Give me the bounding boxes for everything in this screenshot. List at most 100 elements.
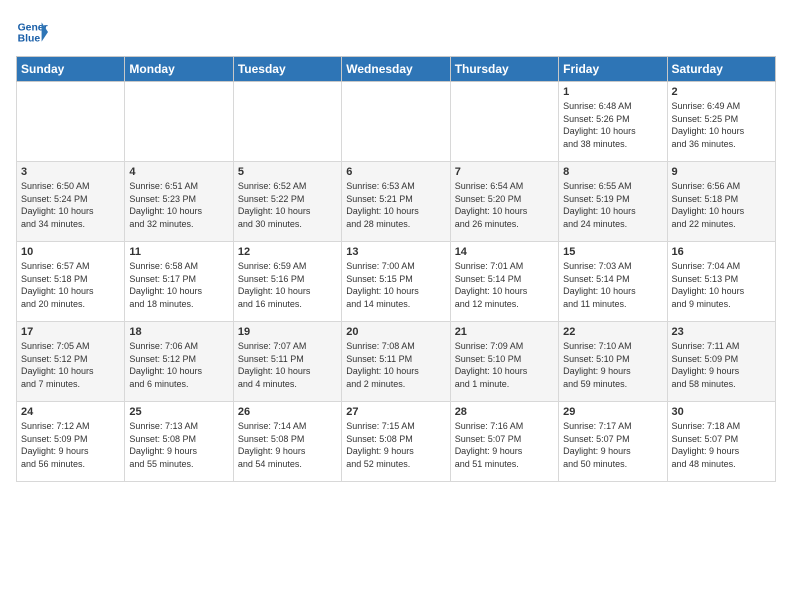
calendar-cell: 3 Sunrise: 6:50 AM Sunset: 5:24 PM Daylig… (17, 162, 125, 242)
day-number: 8 (563, 166, 662, 178)
day-info: Sunrise: 6:53 AM Sunset: 5:21 PM Dayligh… (346, 180, 445, 230)
calendar-cell: 9 Sunrise: 6:56 AM Sunset: 5:18 PM Daylig… (667, 162, 775, 242)
calendar-cell: 24 Sunrise: 7:12 AM Sunset: 5:09 PM Dayli… (17, 402, 125, 482)
day-info: Sunrise: 6:57 AM Sunset: 5:18 PM Dayligh… (21, 260, 120, 310)
svg-text:Blue: Blue (18, 34, 41, 45)
calendar-cell: 16 Sunrise: 7:04 AM Sunset: 5:13 PM Dayli… (667, 242, 775, 322)
day-info: Sunrise: 7:11 AM Sunset: 5:09 PM Dayligh… (672, 340, 771, 390)
day-info: Sunrise: 7:08 AM Sunset: 5:11 PM Dayligh… (346, 340, 445, 390)
day-info: Sunrise: 6:59 AM Sunset: 5:16 PM Dayligh… (238, 260, 337, 310)
day-number: 16 (672, 246, 771, 258)
day-number: 25 (129, 406, 228, 418)
day-info: Sunrise: 7:13 AM Sunset: 5:08 PM Dayligh… (129, 420, 228, 470)
calendar-cell: 17 Sunrise: 7:05 AM Sunset: 5:12 PM Dayli… (17, 322, 125, 402)
calendar-cell: 18 Sunrise: 7:06 AM Sunset: 5:12 PM Dayli… (125, 322, 233, 402)
logo-icon: General Blue (16, 16, 48, 48)
calendar-cell (17, 82, 125, 162)
calendar-cell: 2 Sunrise: 6:49 AM Sunset: 5:25 PM Daylig… (667, 82, 775, 162)
calendar-cell: 22 Sunrise: 7:10 AM Sunset: 5:10 PM Dayli… (559, 322, 667, 402)
day-number: 28 (455, 406, 554, 418)
day-number: 19 (238, 326, 337, 338)
day-info: Sunrise: 7:18 AM Sunset: 5:07 PM Dayligh… (672, 420, 771, 470)
calendar-cell: 8 Sunrise: 6:55 AM Sunset: 5:19 PM Daylig… (559, 162, 667, 242)
day-info: Sunrise: 6:50 AM Sunset: 5:24 PM Dayligh… (21, 180, 120, 230)
day-info: Sunrise: 7:05 AM Sunset: 5:12 PM Dayligh… (21, 340, 120, 390)
day-info: Sunrise: 7:10 AM Sunset: 5:10 PM Dayligh… (563, 340, 662, 390)
day-number: 3 (21, 166, 120, 178)
calendar-cell: 29 Sunrise: 7:17 AM Sunset: 5:07 PM Dayli… (559, 402, 667, 482)
calendar-cell: 28 Sunrise: 7:16 AM Sunset: 5:07 PM Dayli… (450, 402, 558, 482)
day-number: 17 (21, 326, 120, 338)
day-info: Sunrise: 7:04 AM Sunset: 5:13 PM Dayligh… (672, 260, 771, 310)
day-number: 2 (672, 86, 771, 98)
day-info: Sunrise: 6:49 AM Sunset: 5:25 PM Dayligh… (672, 100, 771, 150)
day-number: 18 (129, 326, 228, 338)
col-header-saturday: Saturday (667, 57, 775, 82)
day-number: 6 (346, 166, 445, 178)
col-header-thursday: Thursday (450, 57, 558, 82)
calendar-cell: 10 Sunrise: 6:57 AM Sunset: 5:18 PM Dayli… (17, 242, 125, 322)
calendar-cell: 25 Sunrise: 7:13 AM Sunset: 5:08 PM Dayli… (125, 402, 233, 482)
calendar-cell: 19 Sunrise: 7:07 AM Sunset: 5:11 PM Dayli… (233, 322, 341, 402)
day-info: Sunrise: 7:12 AM Sunset: 5:09 PM Dayligh… (21, 420, 120, 470)
calendar-cell (450, 82, 558, 162)
week-row-5: 24 Sunrise: 7:12 AM Sunset: 5:09 PM Dayli… (17, 402, 776, 482)
day-info: Sunrise: 7:17 AM Sunset: 5:07 PM Dayligh… (563, 420, 662, 470)
week-row-2: 3 Sunrise: 6:50 AM Sunset: 5:24 PM Daylig… (17, 162, 776, 242)
calendar-cell: 12Sunrise: 6:59 AM Sunset: 5:16 PM Dayli… (233, 242, 341, 322)
col-header-sunday: Sunday (17, 57, 125, 82)
calendar-cell (125, 82, 233, 162)
week-row-3: 10 Sunrise: 6:57 AM Sunset: 5:18 PM Dayli… (17, 242, 776, 322)
day-info: Sunrise: 7:14 AM Sunset: 5:08 PM Dayligh… (238, 420, 337, 470)
day-number: 22 (563, 326, 662, 338)
day-number: 27 (346, 406, 445, 418)
calendar-cell: 7 Sunrise: 6:54 AM Sunset: 5:20 PM Daylig… (450, 162, 558, 242)
logo: General Blue (16, 16, 48, 48)
day-number: 30 (672, 406, 771, 418)
col-header-friday: Friday (559, 57, 667, 82)
calendar-cell (342, 82, 450, 162)
calendar-cell: 1 Sunrise: 6:48 AM Sunset: 5:26 PM Daylig… (559, 82, 667, 162)
calendar-cell: 11Sunrise: 6:58 AM Sunset: 5:17 PM Dayli… (125, 242, 233, 322)
calendar: SundayMondayTuesdayWednesdayThursdayFrid… (16, 56, 776, 482)
day-number: 21 (455, 326, 554, 338)
day-number: 7 (455, 166, 554, 178)
day-info: Sunrise: 6:48 AM Sunset: 5:26 PM Dayligh… (563, 100, 662, 150)
day-info: Sunrise: 6:52 AM Sunset: 5:22 PM Dayligh… (238, 180, 337, 230)
day-number: 20 (346, 326, 445, 338)
day-info: Sunrise: 7:07 AM Sunset: 5:11 PM Dayligh… (238, 340, 337, 390)
day-info: Sunrise: 6:55 AM Sunset: 5:19 PM Dayligh… (563, 180, 662, 230)
day-number: 13 (346, 246, 445, 258)
day-info: Sunrise: 7:03 AM Sunset: 5:14 PM Dayligh… (563, 260, 662, 310)
day-info: Sunrise: 6:54 AM Sunset: 5:20 PM Dayligh… (455, 180, 554, 230)
calendar-cell: 20 Sunrise: 7:08 AM Sunset: 5:11 PM Dayli… (342, 322, 450, 402)
day-info: Sunrise: 7:06 AM Sunset: 5:12 PM Dayligh… (129, 340, 228, 390)
day-number: 23 (672, 326, 771, 338)
day-number: 14 (455, 246, 554, 258)
col-header-monday: Monday (125, 57, 233, 82)
calendar-cell: 6 Sunrise: 6:53 AM Sunset: 5:21 PM Daylig… (342, 162, 450, 242)
calendar-cell: 15 Sunrise: 7:03 AM Sunset: 5:14 PM Dayli… (559, 242, 667, 322)
calendar-cell: 27Sunrise: 7:15 AM Sunset: 5:08 PM Dayli… (342, 402, 450, 482)
day-info: Sunrise: 6:56 AM Sunset: 5:18 PM Dayligh… (672, 180, 771, 230)
day-info: Sunrise: 7:00 AM Sunset: 5:15 PM Dayligh… (346, 260, 445, 310)
week-row-4: 17 Sunrise: 7:05 AM Sunset: 5:12 PM Dayli… (17, 322, 776, 402)
day-info: Sunrise: 7:16 AM Sunset: 5:07 PM Dayligh… (455, 420, 554, 470)
day-number: 26 (238, 406, 337, 418)
day-number: 24 (21, 406, 120, 418)
calendar-cell: 4Sunrise: 6:51 AM Sunset: 5:23 PM Daylig… (125, 162, 233, 242)
day-number: 29 (563, 406, 662, 418)
day-number: 15 (563, 246, 662, 258)
day-number: 10 (21, 246, 120, 258)
col-header-tuesday: Tuesday (233, 57, 341, 82)
page-header: General Blue (16, 16, 776, 48)
calendar-cell: 13 Sunrise: 7:00 AM Sunset: 5:15 PM Dayli… (342, 242, 450, 322)
day-number: 9 (672, 166, 771, 178)
day-info: Sunrise: 7:09 AM Sunset: 5:10 PM Dayligh… (455, 340, 554, 390)
day-info: Sunrise: 7:01 AM Sunset: 5:14 PM Dayligh… (455, 260, 554, 310)
calendar-cell: 14 Sunrise: 7:01 AM Sunset: 5:14 PM Dayli… (450, 242, 558, 322)
day-number: 1 (563, 86, 662, 98)
day-info: Sunrise: 6:58 AM Sunset: 5:17 PM Dayligh… (129, 260, 228, 310)
calendar-cell: 30 Sunrise: 7:18 AM Sunset: 5:07 PM Dayli… (667, 402, 775, 482)
calendar-cell: 21 Sunrise: 7:09 AM Sunset: 5:10 PM Dayli… (450, 322, 558, 402)
